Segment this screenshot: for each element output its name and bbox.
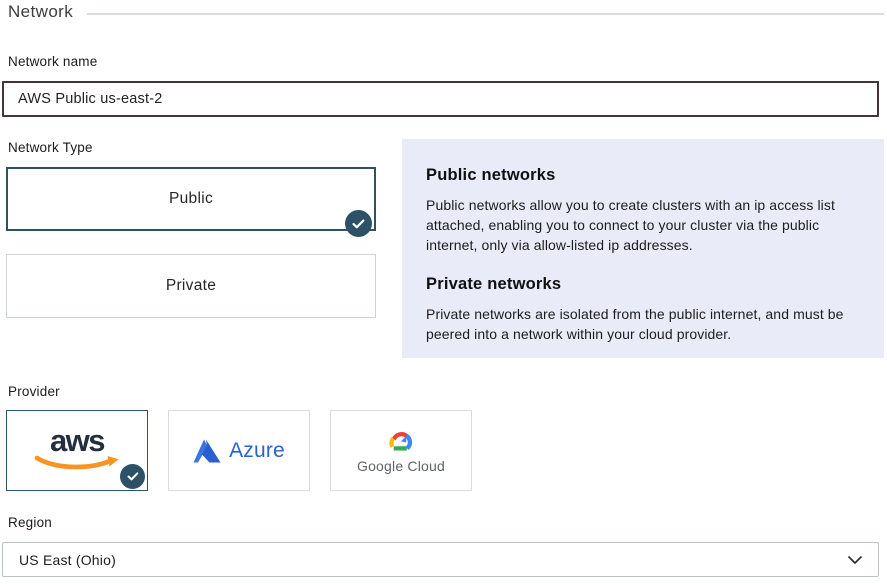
section-divider bbox=[87, 13, 884, 15]
network-type-option-label: Public bbox=[169, 190, 213, 208]
azure-logo: Azure bbox=[193, 438, 285, 464]
check-icon bbox=[352, 219, 365, 229]
region-select[interactable]: US East (Ohio) bbox=[2, 542, 879, 577]
aws-logo-icon: aws bbox=[34, 425, 120, 472]
google-cloud-logo: Google Cloud bbox=[357, 428, 445, 474]
network-name-input[interactable] bbox=[2, 81, 879, 117]
network-type-label: Network Type bbox=[8, 140, 93, 155]
info-heading-private: Private networks bbox=[426, 275, 860, 294]
aws-wordmark: aws bbox=[50, 425, 104, 456]
region-label: Region bbox=[8, 515, 52, 530]
provider-label: Provider bbox=[8, 384, 60, 399]
network-type-info-box: Public networks Public networks allow yo… bbox=[402, 139, 884, 358]
chevron-down-icon bbox=[848, 556, 862, 564]
network-name-label: Network name bbox=[8, 54, 97, 69]
provider-option-google-cloud[interactable]: Google Cloud bbox=[330, 410, 472, 491]
info-body-public: Public networks allow you to create clus… bbox=[426, 196, 860, 256]
azure-icon bbox=[193, 438, 221, 464]
provider-option-azure[interactable]: Azure bbox=[168, 410, 310, 491]
selected-check-icon bbox=[345, 210, 372, 237]
network-type-option-public[interactable]: Public bbox=[6, 167, 376, 231]
azure-wordmark: Azure bbox=[229, 439, 285, 463]
section-header: Network bbox=[8, 2, 884, 22]
network-type-option-label: Private bbox=[166, 277, 216, 295]
google-cloud-icon bbox=[384, 428, 417, 455]
network-form: Network Network name Network Type Public… bbox=[0, 0, 887, 584]
provider-option-aws[interactable]: aws bbox=[6, 410, 148, 491]
info-body-private: Private networks are isolated from the p… bbox=[426, 305, 860, 345]
google-cloud-wordmark: Google Cloud bbox=[357, 458, 445, 474]
region-select-value: US East (Ohio) bbox=[19, 552, 116, 568]
info-heading-public: Public networks bbox=[426, 166, 860, 185]
selected-check-icon bbox=[120, 464, 145, 489]
network-type-option-private[interactable]: Private bbox=[6, 254, 376, 318]
check-icon bbox=[127, 472, 139, 481]
section-title: Network bbox=[8, 2, 73, 22]
provider-options: aws Azure bbox=[6, 410, 472, 491]
aws-smile-icon bbox=[34, 455, 120, 472]
